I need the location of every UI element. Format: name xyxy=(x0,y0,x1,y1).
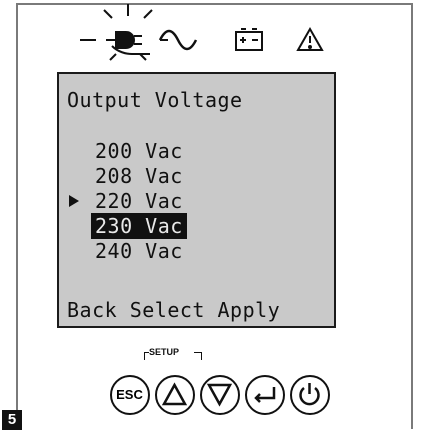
esc-button[interactable]: ESC xyxy=(110,375,150,415)
up-button[interactable] xyxy=(155,375,195,415)
esc-label: ESC xyxy=(116,387,143,402)
enter-button[interactable] xyxy=(245,375,285,415)
power-icon xyxy=(299,383,320,406)
lcd-screen: Output Voltage 200 Vac 208 Vac 220 Vac 2… xyxy=(57,72,336,328)
power-button[interactable] xyxy=(290,375,330,415)
option-item[interactable]: 240 Vac xyxy=(91,238,187,264)
setup-label: SETUP xyxy=(149,347,180,357)
option-item[interactable]: 208 Vac xyxy=(91,163,187,189)
utility-power-icon xyxy=(80,4,168,61)
battery-icon xyxy=(235,28,263,51)
down-button[interactable] xyxy=(200,375,240,415)
option-item[interactable]: 230 Vac xyxy=(91,213,187,239)
menu-title: Output Voltage xyxy=(67,88,243,112)
enter-icon xyxy=(254,387,276,403)
option-item[interactable]: 200 Vac xyxy=(91,138,187,164)
warning-icon xyxy=(296,26,324,51)
cursor-arrow-icon xyxy=(69,195,79,207)
option-item[interactable]: 220 Vac xyxy=(91,188,187,214)
status-indicators xyxy=(80,4,324,61)
softkey-labels: Back Select Apply xyxy=(67,298,281,322)
up-arrow-icon xyxy=(161,382,188,406)
down-arrow-icon xyxy=(206,383,233,407)
figure-number: 5 xyxy=(2,410,22,430)
